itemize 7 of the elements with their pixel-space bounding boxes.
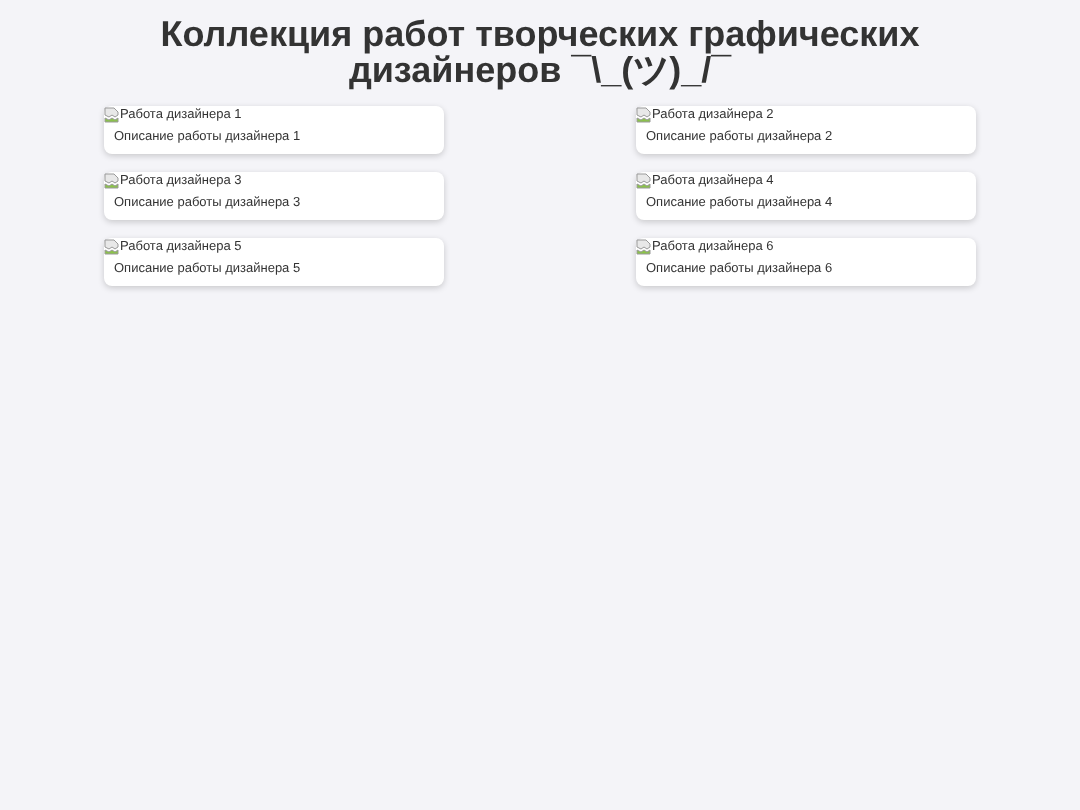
broken-image-icon — [636, 238, 652, 256]
broken-image-icon — [636, 172, 652, 190]
broken-image-icon — [104, 172, 120, 190]
broken-image-icon — [104, 238, 120, 256]
page-title: Коллекция работ творческих графических дизайнеров ¯\_(ツ)_/¯ — [158, 12, 922, 88]
broken-image-icon — [636, 106, 652, 124]
broken-image-icon — [104, 106, 120, 124]
